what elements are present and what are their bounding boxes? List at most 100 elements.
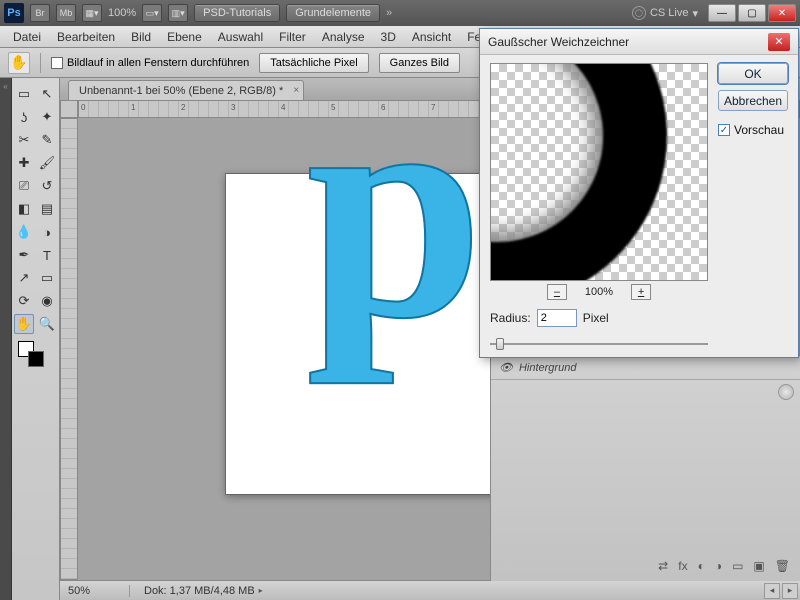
ruler-origin[interactable] (60, 100, 78, 118)
layer-fx-icon[interactable]: fx (678, 559, 687, 573)
window-close-button[interactable]: ✕ (768, 4, 796, 22)
arrange-docs-button[interactable]: ▥▾ (168, 4, 188, 22)
pen-tool[interactable]: ✒ (14, 245, 34, 265)
panel-collapse-strip[interactable]: « (0, 78, 12, 600)
layer-group-icon[interactable]: ▭ (732, 559, 743, 573)
cancel-button[interactable]: Abbrechen (718, 90, 788, 111)
eraser-tool[interactable]: ◧ (14, 199, 34, 219)
preview-checkbox-label: Vorschau (734, 123, 784, 137)
menu-ansicht[interactable]: Ansicht (405, 28, 458, 46)
menu-bild[interactable]: Bild (124, 28, 158, 46)
document-tab[interactable]: Unbenannt-1 bei 50% (Ebene 2, RGB/8) * × (68, 80, 304, 100)
adjustment-layer-icon[interactable]: ◑ (715, 559, 722, 573)
delete-layer-icon[interactable]: 🗑 (775, 559, 790, 573)
3d-camera-tool[interactable]: ◉ (37, 291, 57, 311)
view-extras-button[interactable]: ▭▾ (142, 4, 162, 22)
gradient-tool[interactable]: ▤ (37, 199, 57, 219)
zoom-in-button[interactable]: + (631, 284, 651, 300)
canvas[interactable]: p (226, 174, 506, 494)
dodge-tool[interactable]: ◑ (37, 222, 57, 242)
hand-tool-icon[interactable]: ✋ (8, 52, 30, 74)
menu-auswahl[interactable]: Auswahl (211, 28, 270, 46)
close-tab-icon[interactable]: × (293, 85, 299, 96)
cs-live-icon: ◯ (632, 6, 646, 20)
scroll-left-button[interactable]: ◂ (764, 583, 780, 599)
history-brush-tool[interactable]: ↺ (37, 176, 57, 196)
status-bar: 50% Dok: 1,37 MB/4,48 MB ▸ ◂ ▸ (60, 580, 800, 600)
new-layer-icon[interactable]: ▣ (753, 559, 764, 573)
stamp-tool[interactable]: ⎚ (14, 176, 34, 196)
status-doc-size[interactable]: Dok: 1,37 MB/4,48 MB (130, 585, 255, 597)
link-layers-icon[interactable]: ⇄ (658, 559, 668, 573)
ps-logo: Ps (4, 3, 24, 23)
menu-3d[interactable]: 3D (374, 28, 403, 46)
actual-pixels-button[interactable]: Tatsächliche Pixel (259, 53, 368, 73)
preview-checkbox[interactable]: ✓ Vorschau (718, 123, 788, 137)
radius-label: Radius: (490, 311, 531, 325)
radius-input[interactable] (537, 309, 577, 327)
workspace-more-icon[interactable]: » (386, 7, 392, 19)
artwork-letter-p: p (306, 118, 484, 392)
checkbox-icon (51, 57, 63, 69)
scroll-right-button[interactable]: ▸ (782, 583, 798, 599)
menu-bearbeiten[interactable]: Bearbeiten (50, 28, 122, 46)
tools-panel: ▭ ↖ ʖ ✦ ✂ ✎ ✚ 🖌 ⎚ ↺ ◧ ▤ 💧 ◑ ✒ T ↗ ▭ ⟳ ◉ … (12, 78, 60, 600)
workspace-grundelemente[interactable]: Grundelemente (286, 4, 380, 22)
eye-icon[interactable]: 👁 (499, 361, 513, 374)
chevron-down-icon: ▾ (692, 7, 698, 20)
healing-tool[interactable]: ✚ (14, 153, 34, 173)
bridge-button[interactable]: Br (30, 4, 50, 22)
marquee-tool[interactable]: ↖ (37, 84, 57, 104)
hand-tool[interactable]: ✋ (14, 314, 34, 334)
workspace-psd-tutorials[interactable]: PSD-Tutorials (194, 4, 280, 22)
move-tool[interactable]: ▭ (14, 84, 34, 104)
filter-preview[interactable] (490, 63, 708, 281)
cs-live-label: CS Live (650, 7, 689, 19)
brush-tool[interactable]: 🖌 (37, 153, 57, 173)
gaussian-blur-dialog: Gaußscher Weichzeichner ✕ – 100% + Radiu… (479, 28, 799, 358)
scroll-all-windows-checkbox[interactable]: Bildlauf in allen Fenstern durchführen (51, 57, 249, 69)
ok-button[interactable]: OK (718, 63, 788, 84)
dialog-title: Gaußscher Weichzeichner (488, 35, 629, 49)
background-color[interactable] (28, 351, 44, 367)
layer-row-background[interactable]: 👁 Hintergrund (491, 356, 800, 380)
crop-tool[interactable]: ✂ (14, 130, 34, 150)
path-select-tool[interactable]: ↗ (14, 268, 34, 288)
menu-filter[interactable]: Filter (272, 28, 313, 46)
color-wheel-icon[interactable] (778, 384, 794, 400)
preview-zoom-value: 100% (585, 286, 613, 298)
minibridge-button[interactable]: Mb (56, 4, 76, 22)
menu-analyse[interactable]: Analyse (315, 28, 372, 46)
layers-panel: 👁 Hintergrund ⇄ fx ◐ ◑ ▭ ▣ 🗑 (490, 355, 800, 581)
window-minimize-button[interactable]: — (708, 4, 736, 22)
magic-wand-tool[interactable]: ✦ (37, 107, 57, 127)
layer-mask-icon[interactable]: ◐ (698, 559, 705, 573)
vertical-ruler[interactable] (60, 118, 78, 580)
type-tool[interactable]: T (37, 245, 57, 265)
status-zoom-field[interactable]: 50% (60, 585, 130, 597)
dialog-titlebar[interactable]: Gaußscher Weichzeichner ✕ (480, 29, 798, 55)
shape-tool[interactable]: ▭ (37, 268, 57, 288)
window-maximize-button[interactable]: ▢ (738, 4, 766, 22)
cs-live[interactable]: ◯ CS Live ▾ (632, 6, 698, 20)
chevron-right-icon[interactable]: ▸ (259, 586, 263, 595)
menu-datei[interactable]: Datei (6, 28, 48, 46)
layers-bottom-bar: ⇄ fx ◐ ◑ ▭ ▣ 🗑 (491, 555, 800, 577)
color-swatches[interactable] (14, 337, 57, 367)
fit-screen-button[interactable]: Ganzes Bild (379, 53, 460, 73)
zoom-level-value[interactable]: 100% (108, 7, 136, 19)
dialog-close-button[interactable]: ✕ (768, 33, 790, 51)
zoom-tool[interactable]: 🔍 (37, 314, 57, 334)
document-tab-label: Unbenannt-1 bei 50% (Ebene 2, RGB/8) * (79, 85, 283, 97)
slider-thumb[interactable] (496, 338, 504, 350)
layer-name: Hintergrund (519, 362, 576, 374)
zoom-out-button[interactable]: – (547, 284, 567, 300)
eyedropper-tool[interactable]: ✎ (37, 130, 57, 150)
preview-artwork (490, 63, 667, 281)
menu-ebene[interactable]: Ebene (160, 28, 209, 46)
lasso-tool[interactable]: ʖ (14, 107, 34, 127)
screen-mode-button[interactable]: ▦▾ (82, 4, 102, 22)
blur-tool[interactable]: 💧 (14, 222, 34, 242)
3d-tool[interactable]: ⟳ (14, 291, 34, 311)
radius-slider[interactable] (490, 337, 708, 351)
